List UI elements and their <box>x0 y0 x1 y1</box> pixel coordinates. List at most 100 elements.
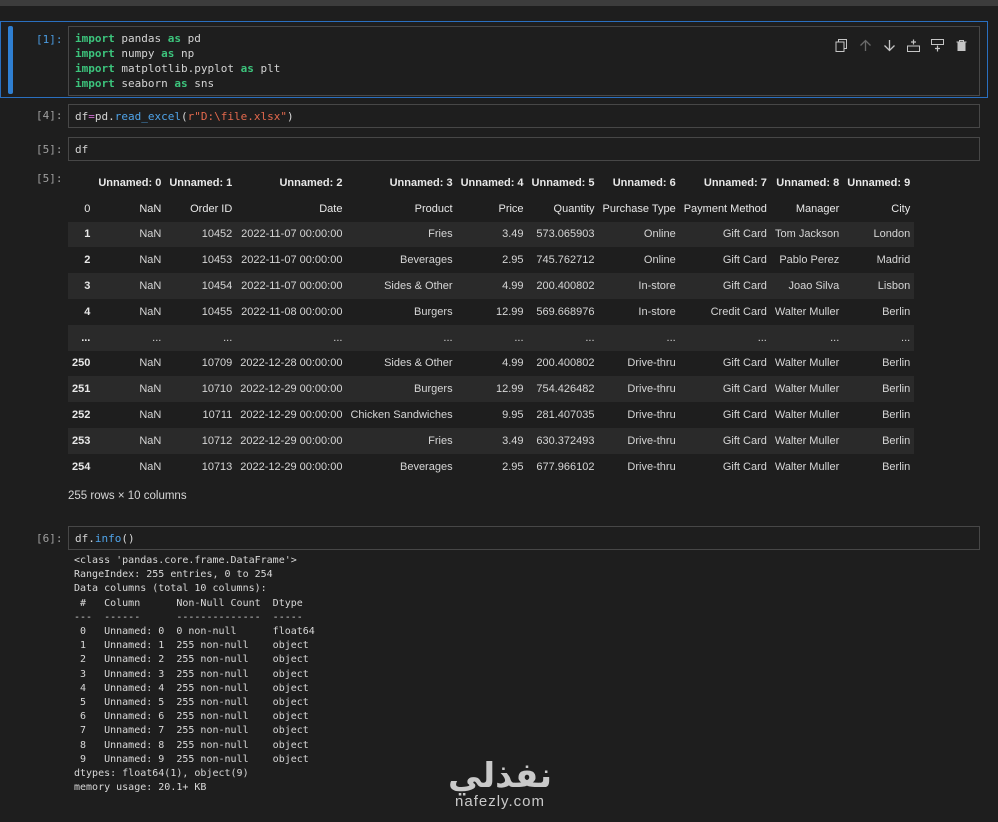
code-token: import <box>75 32 115 45</box>
table-cell: 10455 <box>201 305 233 318</box>
table-cell: 677.966102 <box>536 460 595 473</box>
table-cell: NaN <box>139 409 162 422</box>
row-index: 4 <box>84 305 91 318</box>
table-cell: Lisbon <box>877 280 911 293</box>
code-token: df. <box>75 532 95 545</box>
column-header: Quantity <box>553 202 595 215</box>
code-token: = <box>88 110 95 123</box>
table-cell: ... <box>901 331 911 344</box>
arrow-up-icon[interactable] <box>857 37 873 53</box>
table-cell: Drive-thru <box>627 434 676 447</box>
table-cell: Drive-thru <box>627 460 676 473</box>
row-index: 251 <box>72 383 91 396</box>
watermark-latin: nafezly.com <box>455 793 545 810</box>
table-cell: Madrid <box>876 254 911 267</box>
code-token: import <box>75 47 115 60</box>
table-cell: 10713 <box>201 460 233 473</box>
table-cell: 2022-12-29 00:00:00 <box>240 409 343 422</box>
table-row: 3 NaN 10454 2022-11-07 00:00:00 Sides & Othe… <box>68 273 915 299</box>
table-cell: 3.49 <box>502 228 524 241</box>
table-cell: ... <box>443 331 453 344</box>
row-index: 253 <box>72 434 91 447</box>
dataframe-table: Unnamed: 0 Unnamed: 1 Unnamed: 2 Unnamed: 3… <box>68 170 915 480</box>
column-header <box>68 170 94 196</box>
code-line: import matplotlib.pyplot as plt <box>75 61 973 76</box>
table-cell: NaN <box>139 228 162 241</box>
code-token: plt <box>253 62 281 75</box>
output-line: 0 Unnamed: 0 0 non-null float64 <box>74 626 315 638</box>
output-line: 5 Unnamed: 5 255 non-null object <box>74 697 315 709</box>
output-line: <class 'pandas.core.frame.DataFrame'> <box>74 555 297 566</box>
table-cell: ... <box>152 331 162 344</box>
code-cell-2[interactable]: df=pd.read_excel(r"D:\file.xlsx") <box>68 104 980 128</box>
code-line: df.info() <box>75 531 973 546</box>
table-cell: Burgers <box>414 305 453 318</box>
insert-below-icon[interactable] <box>905 37 921 53</box>
table-cell: Gift Card <box>722 434 767 447</box>
column-header: Manager <box>795 202 840 215</box>
cell-prompt-6: [6]: <box>36 532 63 545</box>
table-header-row: Unnamed: 0 Unnamed: 1 Unnamed: 2 Unnamed: 3… <box>68 170 914 196</box>
table-cell: Gift Card <box>722 280 767 293</box>
table-cell: Burgers <box>414 383 453 396</box>
table-cell: 569.668976 <box>536 305 595 318</box>
table-cell: 4.99 <box>502 280 524 293</box>
code-token: () <box>121 532 135 545</box>
column-header: City <box>891 202 911 215</box>
arrow-down-icon[interactable] <box>881 37 897 53</box>
table-cell: Chicken Sandwiches <box>350 409 453 422</box>
column-header: Unnamed: 7 <box>703 176 767 189</box>
table-cell: Walter Muller <box>774 305 840 318</box>
table-cell: Drive-thru <box>627 409 676 422</box>
code-token: import <box>75 77 115 90</box>
table-cell: 630.372493 <box>536 434 595 447</box>
table-cell: ... <box>666 331 676 344</box>
table-cell: Berlin <box>882 305 911 318</box>
output-line: Data columns (total 10 columns): <box>74 583 267 595</box>
table-cell: Walter Muller <box>774 460 840 473</box>
watermark-logo: نفذلي nafezly.com <box>438 757 562 810</box>
code-cell-1[interactable]: import pandas as pd import numpy as np imp… <box>68 26 980 96</box>
table-row: 4 NaN 10455 2022-11-08 00:00:00 Burgers 12.99… <box>68 298 915 325</box>
row-index: ... <box>81 331 91 344</box>
table-cell: 12.99 <box>496 305 524 318</box>
watermark-arabic: نفذلي <box>447 756 553 796</box>
table-cell: ... <box>757 331 767 344</box>
table-cell: 2022-11-08 00:00:00 <box>241 305 343 318</box>
table-cell: Beverages <box>399 460 453 473</box>
trash-icon[interactable] <box>953 37 969 53</box>
table-row: ................................. <box>68 324 915 351</box>
table-cell: Gift Card <box>722 409 767 422</box>
code-token: ) <box>286 110 294 123</box>
table-cell: Drive-thru <box>627 383 676 396</box>
column-header: Unnamed: 9 <box>847 176 911 189</box>
copy-icon[interactable] <box>833 37 849 53</box>
code-cell-4[interactable]: df.info() <box>68 526 980 550</box>
code-cell-3[interactable]: df <box>68 137 980 161</box>
code-line: import seaborn as sns <box>75 76 973 91</box>
code-token: pd <box>180 32 201 45</box>
active-cell-indicator <box>8 26 13 94</box>
output-line: 9 Unnamed: 9 255 non-null object <box>74 753 315 765</box>
insert-above-icon[interactable] <box>929 37 945 53</box>
code-token: as <box>174 77 188 90</box>
table-cell: NaN <box>139 357 162 370</box>
table-cell: Tom Jackson <box>775 228 840 241</box>
code-token: info <box>94 532 122 545</box>
table-cell: 2.95 <box>502 460 524 473</box>
table-cell: 2022-12-29 00:00:00 <box>240 434 343 447</box>
table-cell: London <box>873 228 911 241</box>
table-cell: 745.762712 <box>536 254 595 267</box>
table-cell: 4.99 <box>502 357 524 370</box>
table-cell: Berlin <box>882 409 911 422</box>
table-cell: 12.99 <box>496 383 524 396</box>
cell-prompt-1: [1]: <box>36 33 63 46</box>
code-token: seaborn <box>114 77 175 90</box>
table-cell: Gift Card <box>722 383 767 396</box>
table-cell: Pablo Perez <box>779 254 840 267</box>
table-cell: Berlin <box>882 383 911 396</box>
dataframe-shape: 255 rows × 10 columns <box>68 490 187 502</box>
table-cell: Berlin <box>882 460 911 473</box>
column-header: 0 <box>84 202 91 215</box>
output-line: 6 Unnamed: 6 255 non-null object <box>74 711 315 723</box>
